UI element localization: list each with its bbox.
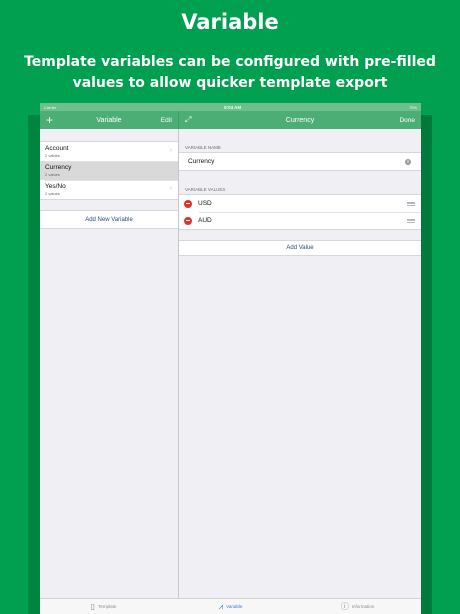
- variable-count: 2 values: [45, 191, 60, 196]
- clock-label: 8:04 AM: [224, 104, 242, 110]
- variable-values-section-label: VARIABLE VALUES: [185, 187, 226, 192]
- variable-name-field[interactable]: Currency ✕: [179, 153, 421, 170]
- variable-detail-pane: VARIABLE NAME Currency ✕ VARIABLE VALUES…: [179, 129, 421, 598]
- device-shadow-left: [28, 115, 40, 614]
- variable-list-pane: Account 2 values › Currency 2 values Yes…: [40, 129, 179, 598]
- variable-count: 2 values: [45, 153, 60, 158]
- chevron-right-icon: ›: [169, 185, 172, 192]
- value-text: AUD: [198, 217, 212, 224]
- promo-title: Variable: [181, 10, 279, 34]
- tab-label: Information: [351, 604, 375, 609]
- reorder-handle-icon[interactable]: [407, 201, 415, 206]
- delete-icon[interactable]: [184, 216, 192, 225]
- delete-icon[interactable]: [184, 199, 192, 208]
- variable-icon: ⩘: [218, 601, 224, 611]
- done-button[interactable]: Done: [399, 117, 415, 124]
- navigation-bar: + Variable Edit ⤢ Currency Done: [40, 111, 421, 129]
- value-row-aud[interactable]: AUD: [179, 212, 421, 229]
- list-item-account[interactable]: Account 2 values ›: [40, 142, 178, 161]
- variable-name: Yes/No: [45, 183, 66, 190]
- plus-icon[interactable]: +: [46, 114, 53, 126]
- tab-variable[interactable]: ⩘ Variable: [167, 599, 294, 614]
- variable-name: Currency: [45, 164, 72, 171]
- edit-button[interactable]: Edit: [161, 117, 172, 124]
- variable-list: Account 2 values › Currency 2 values Yes…: [40, 141, 178, 200]
- tab-template[interactable]: ▯ Template: [40, 599, 167, 614]
- expand-arrows-icon[interactable]: ⤢: [185, 115, 191, 125]
- variable-name: Account: [45, 145, 69, 152]
- document-icon: ▯: [90, 601, 96, 611]
- variable-name-group: Currency ✕: [179, 152, 421, 171]
- battery-label: 75%: [408, 104, 417, 110]
- detail-nav: ⤢ Currency Done: [179, 111, 421, 129]
- status-bar: Carrier 8:04 AM 75%: [40, 103, 421, 111]
- tab-label: Variable: [226, 604, 243, 609]
- clear-icon[interactable]: ✕: [405, 158, 411, 165]
- tab-bar: ▯ Template ⩘ Variable ⓘ Information: [40, 598, 421, 614]
- variable-name-value: Currency: [188, 158, 215, 165]
- detail-title: Currency: [285, 116, 315, 124]
- tab-label: Template: [98, 604, 117, 609]
- variable-count: 2 values: [45, 172, 60, 177]
- tab-information[interactable]: ⓘ Information: [294, 599, 421, 614]
- promo-subtitle: Template variables can be configured wit…: [24, 54, 436, 91]
- master-nav: + Variable Edit: [40, 111, 179, 129]
- info-icon: ⓘ: [340, 601, 349, 611]
- device-shadow-right: [420, 115, 432, 614]
- split-view: Account 2 values › Currency 2 values Yes…: [40, 129, 421, 598]
- list-item-yes-no[interactable]: Yes/No 2 values ›: [40, 180, 178, 199]
- chevron-right-icon: ›: [169, 147, 172, 154]
- value-row-usd[interactable]: USD: [179, 195, 421, 212]
- device-screen: Carrier 8:04 AM 75% + Variable Edit ⤢ Cu…: [40, 103, 421, 614]
- add-new-variable-button[interactable]: Add New Variable: [40, 210, 178, 229]
- value-text: USD: [198, 200, 212, 207]
- master-title: Variable: [96, 116, 122, 124]
- variable-values-group: USD AUD: [179, 194, 421, 230]
- variable-name-section-label: VARIABLE NAME: [185, 145, 221, 150]
- add-value-button[interactable]: Add Value: [179, 240, 421, 256]
- carrier-label: Carrier: [44, 104, 57, 110]
- reorder-handle-icon[interactable]: [407, 218, 415, 223]
- list-item-currency[interactable]: Currency 2 values: [40, 161, 178, 180]
